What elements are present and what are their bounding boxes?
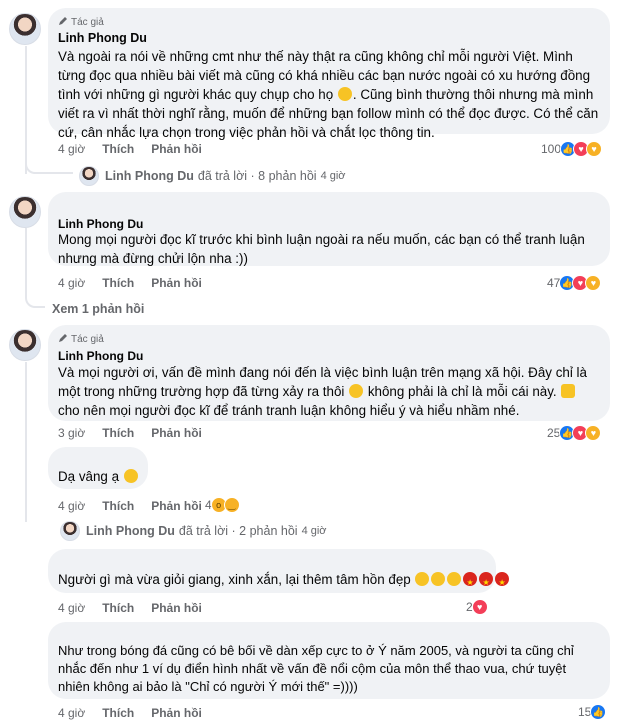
care-reaction-icon: ♥ <box>585 275 602 291</box>
reaction-count: 47 <box>547 276 561 290</box>
avatar[interactable] <box>9 196 41 228</box>
reply-time[interactable]: 4 giờ <box>58 601 85 615</box>
reply-author: Linh Phong Du <box>105 169 194 183</box>
care-reaction-icon: ♥ <box>586 141 603 157</box>
like-button[interactable]: Thích <box>102 499 134 513</box>
comment-text: Mong mọi người đọc kĩ trước khi bình luậ… <box>58 232 589 266</box>
wave-emoji <box>561 384 576 398</box>
vietnam-flag-icon <box>479 572 494 592</box>
reply-button[interactable]: Phản hồi <box>151 499 202 513</box>
kiss-emoji <box>415 572 430 586</box>
hidden-author-name <box>58 452 118 462</box>
like-button[interactable]: Thích <box>102 706 134 720</box>
author-badge-label: Tác giả <box>71 17 104 28</box>
like-button[interactable]: Thích <box>102 601 134 615</box>
like-reaction-icon: 👍 <box>590 704 607 720</box>
reaction-summary[interactable]: 4 o ‿ <box>205 497 240 513</box>
kiss-emoji <box>431 572 446 586</box>
avatar <box>60 521 80 541</box>
comment-actions: 4 giờ Thích Phản hồi <box>58 142 202 156</box>
reaction-summary[interactable]: 47 👍 ♥ ♥ <box>547 275 602 291</box>
like-button[interactable]: Thích <box>102 276 134 290</box>
avatar[interactable] <box>9 13 41 45</box>
reply-author: Linh Phong Du <box>86 524 175 538</box>
reply-text: Dạ vâng ạ <box>58 467 139 486</box>
reply-text: Người gì mà vừa giỏi giang, xinh xắn, lạ… <box>58 570 510 592</box>
reply-time[interactable]: 4 giờ <box>58 706 85 720</box>
pen-icon <box>59 334 67 342</box>
reply-time: 4 giờ <box>301 525 327 537</box>
comment-author[interactable]: Linh Phong Du <box>58 31 147 45</box>
thread-line <box>25 362 27 522</box>
reply-text: Như trong bóng đá cũng có bê bối về dàn … <box>58 643 578 694</box>
reaction-count: 25 <box>547 426 561 440</box>
reaction-summary[interactable]: 2 ♥ <box>466 599 488 615</box>
comment-text: Và ngoài ra nói về những cmt như thế này… <box>58 49 602 140</box>
comment-time[interactable]: 4 giờ <box>58 142 85 156</box>
hidden-author-name <box>58 555 138 565</box>
reply-button[interactable]: Phản hồi <box>151 706 202 720</box>
vietnam-flag-icon <box>495 572 510 592</box>
like-button[interactable]: Thích <box>102 426 134 440</box>
reply-actions: 4 giờ Thích Phản hồi <box>58 601 202 615</box>
reply-button[interactable]: Phản hồi <box>151 276 202 290</box>
sad-reaction-icon: ‿ <box>223 497 240 513</box>
smile-emoji <box>349 384 364 398</box>
kiss-emoji <box>447 572 462 586</box>
author-badge: Tác giả <box>58 16 104 28</box>
reply-action-text: đã trả lời · 2 phản hồi <box>178 524 298 538</box>
avatar <box>79 166 99 186</box>
see-more-replies-link[interactable]: Xem 1 phản hồi <box>52 302 144 316</box>
care-reaction-icon: ♥ <box>585 425 602 441</box>
reply-action-text: đã trả lời · 8 phản hồi <box>197 169 317 183</box>
hidden-author-name <box>58 628 138 638</box>
reply-button[interactable]: Phản hồi <box>151 426 202 440</box>
comment-actions: 4 giờ Thích Phản hồi <box>58 276 202 290</box>
reply-time: 4 giờ <box>320 170 346 182</box>
thread-reply-summary[interactable]: Linh Phong Du đã trả lời · 8 phản hồi 4 … <box>79 166 346 186</box>
reaction-count: 15 <box>578 705 592 719</box>
author-badge: Tác giả <box>58 333 104 345</box>
comment-actions: 3 giờ Thích Phản hồi <box>58 426 202 440</box>
comment-author[interactable]: Linh Phong Du <box>58 217 143 231</box>
reply-actions: 4 giờ Thích Phản hồi <box>58 499 202 513</box>
reaction-summary[interactable]: 100 👍 ♥ ♥ <box>541 141 603 157</box>
reaction-count: 100 <box>541 142 562 156</box>
love-reaction-icon: ♥ <box>471 599 488 615</box>
thread-elbow <box>25 282 45 308</box>
vietnam-flag-icon <box>463 572 478 592</box>
comment-author[interactable]: Linh Phong Du <box>58 349 143 363</box>
thread-line <box>25 228 27 290</box>
grin-emoji <box>337 87 352 101</box>
like-button[interactable]: Thích <box>102 142 134 156</box>
reply-button[interactable]: Phản hồi <box>151 142 202 156</box>
reply-time[interactable]: 4 giờ <box>58 499 85 513</box>
comment-time[interactable]: 4 giờ <box>58 276 85 290</box>
avatar[interactable] <box>9 329 41 361</box>
reply-actions: 4 giờ Thích Phản hồi <box>58 706 202 720</box>
author-badge-label: Tác giả <box>71 334 104 345</box>
pleading-emoji <box>123 469 138 483</box>
thread-reply-summary[interactable]: Linh Phong Du đã trả lời · 2 phản hồi 4 … <box>60 521 327 541</box>
reaction-summary[interactable]: 15 👍 <box>578 704 607 720</box>
comment-text: Và mọi người ơi, vấn đề mình đang nói đế… <box>58 365 591 418</box>
comment-time[interactable]: 3 giờ <box>58 426 85 440</box>
reply-button[interactable]: Phản hồi <box>151 601 202 615</box>
reaction-summary[interactable]: 25 👍 ♥ ♥ <box>547 425 602 441</box>
pen-icon <box>59 17 67 25</box>
